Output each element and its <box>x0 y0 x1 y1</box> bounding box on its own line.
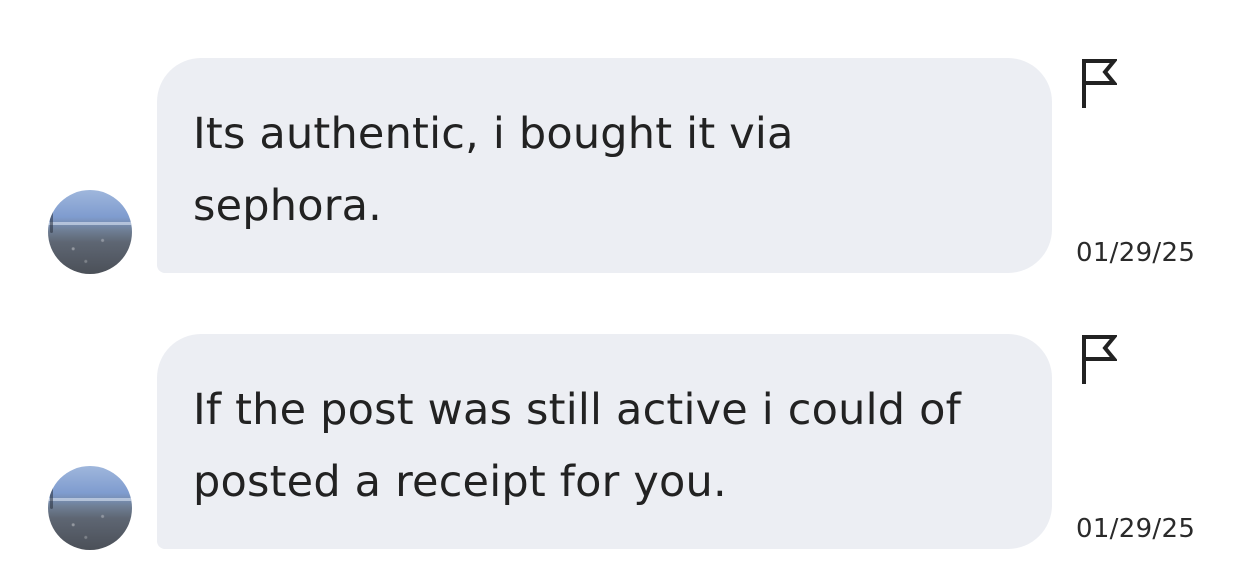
chat-conversation: { "messages": [ { "text": "Its authentic… <box>0 0 1242 586</box>
flag-icon[interactable] <box>1081 58 1117 110</box>
message-text: Its authentic, i bought it via sephora. <box>193 109 794 231</box>
message-timestamp: 01/29/25 <box>1076 514 1196 544</box>
message-text: If the post was still active i could of … <box>193 385 961 507</box>
message-timestamp: 01/29/25 <box>1076 238 1196 268</box>
avatar[interactable] <box>48 190 132 274</box>
avatar[interactable] <box>48 466 132 550</box>
message-bubble: Its authentic, i bought it via sephora. <box>157 58 1052 273</box>
flag-icon[interactable] <box>1081 334 1117 386</box>
message-bubble: If the post was still active i could of … <box>157 334 1052 549</box>
